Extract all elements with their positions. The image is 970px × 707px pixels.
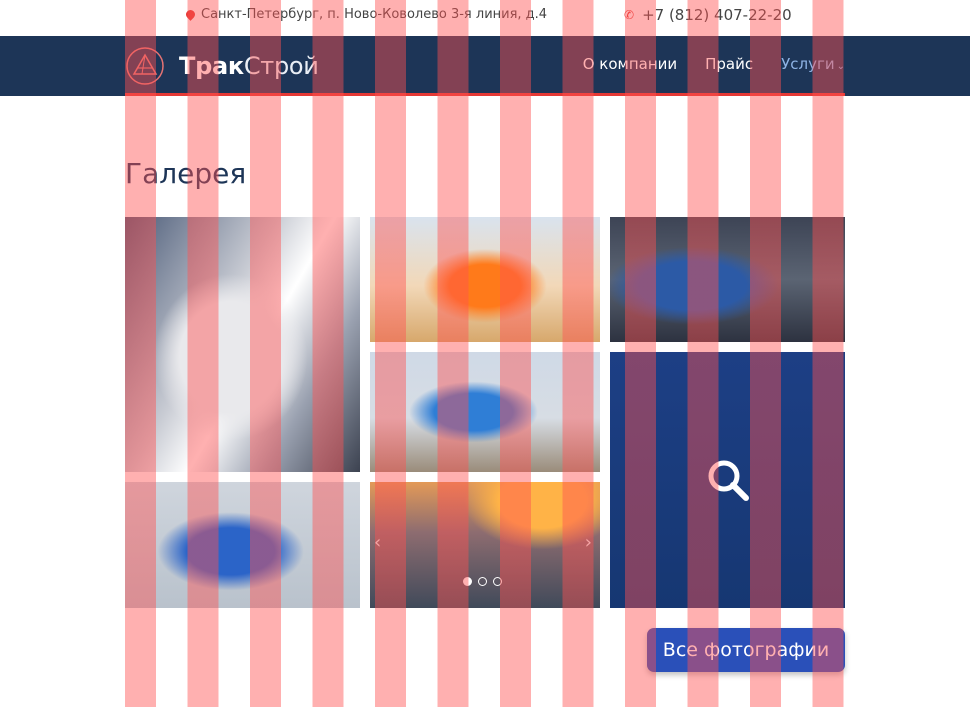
gallery-grid: ‹ › — [125, 217, 845, 608]
address-text: Санкт-Петербург, п. Ново-Ковoлево 3-я ли… — [201, 7, 548, 22]
gallery-image-crane-truck[interactable] — [125, 482, 360, 608]
slider-prev-arrow[interactable]: ‹ — [374, 532, 381, 553]
phone-icon: ✆ — [624, 8, 635, 22]
search-icon — [708, 460, 749, 501]
main-nav: О компании Прайс Услуги ⌄ — [583, 55, 845, 73]
nav-item-services[interactable]: Услуги ⌄ — [781, 55, 845, 73]
nav-item-about[interactable]: О компании — [583, 55, 677, 73]
gallery-image-crane[interactable] — [370, 217, 600, 342]
gallery-image-truck[interactable] — [125, 217, 360, 472]
location-pin-icon — [184, 8, 197, 21]
slider-dot[interactable] — [463, 577, 472, 586]
address: Санкт-Петербург, п. Ново-Ковoлево 3-я ли… — [184, 7, 548, 22]
gallery-search-tile[interactable] — [610, 352, 845, 608]
gallery-slider[interactable]: ‹ › — [370, 482, 600, 608]
slider-dot[interactable] — [478, 577, 487, 586]
logo-text: ТракСтрой — [179, 52, 319, 80]
all-photos-button[interactable]: Все фотографии — [647, 628, 845, 672]
site-header: ТракСтрой О компании Прайс Услуги ⌄ — [0, 36, 970, 96]
top-contact-bar: Санкт-Петербург, п. Ново-Ковoлево 3-я ли… — [0, 0, 970, 36]
phone-number[interactable]: +7 (812) 407-22-20 — [642, 6, 792, 24]
gallery-image-kamaz[interactable] — [610, 217, 845, 342]
chevron-down-icon: ⌄ — [836, 61, 845, 72]
page-title: Галерея — [125, 156, 247, 190]
gallery-image-tractor[interactable] — [370, 352, 600, 472]
logo-icon — [126, 47, 164, 85]
logo[interactable]: ТракСтрой — [125, 46, 319, 86]
header-inner: ТракСтрой О компании Прайс Услуги ⌄ — [125, 36, 845, 96]
slider-dot[interactable] — [493, 577, 502, 586]
phone[interactable]: ✆ +7 (812) 407-22-20 — [624, 6, 792, 24]
slider-dots — [463, 577, 502, 586]
slider-next-arrow[interactable]: › — [585, 532, 592, 553]
nav-item-price[interactable]: Прайс — [705, 55, 753, 73]
